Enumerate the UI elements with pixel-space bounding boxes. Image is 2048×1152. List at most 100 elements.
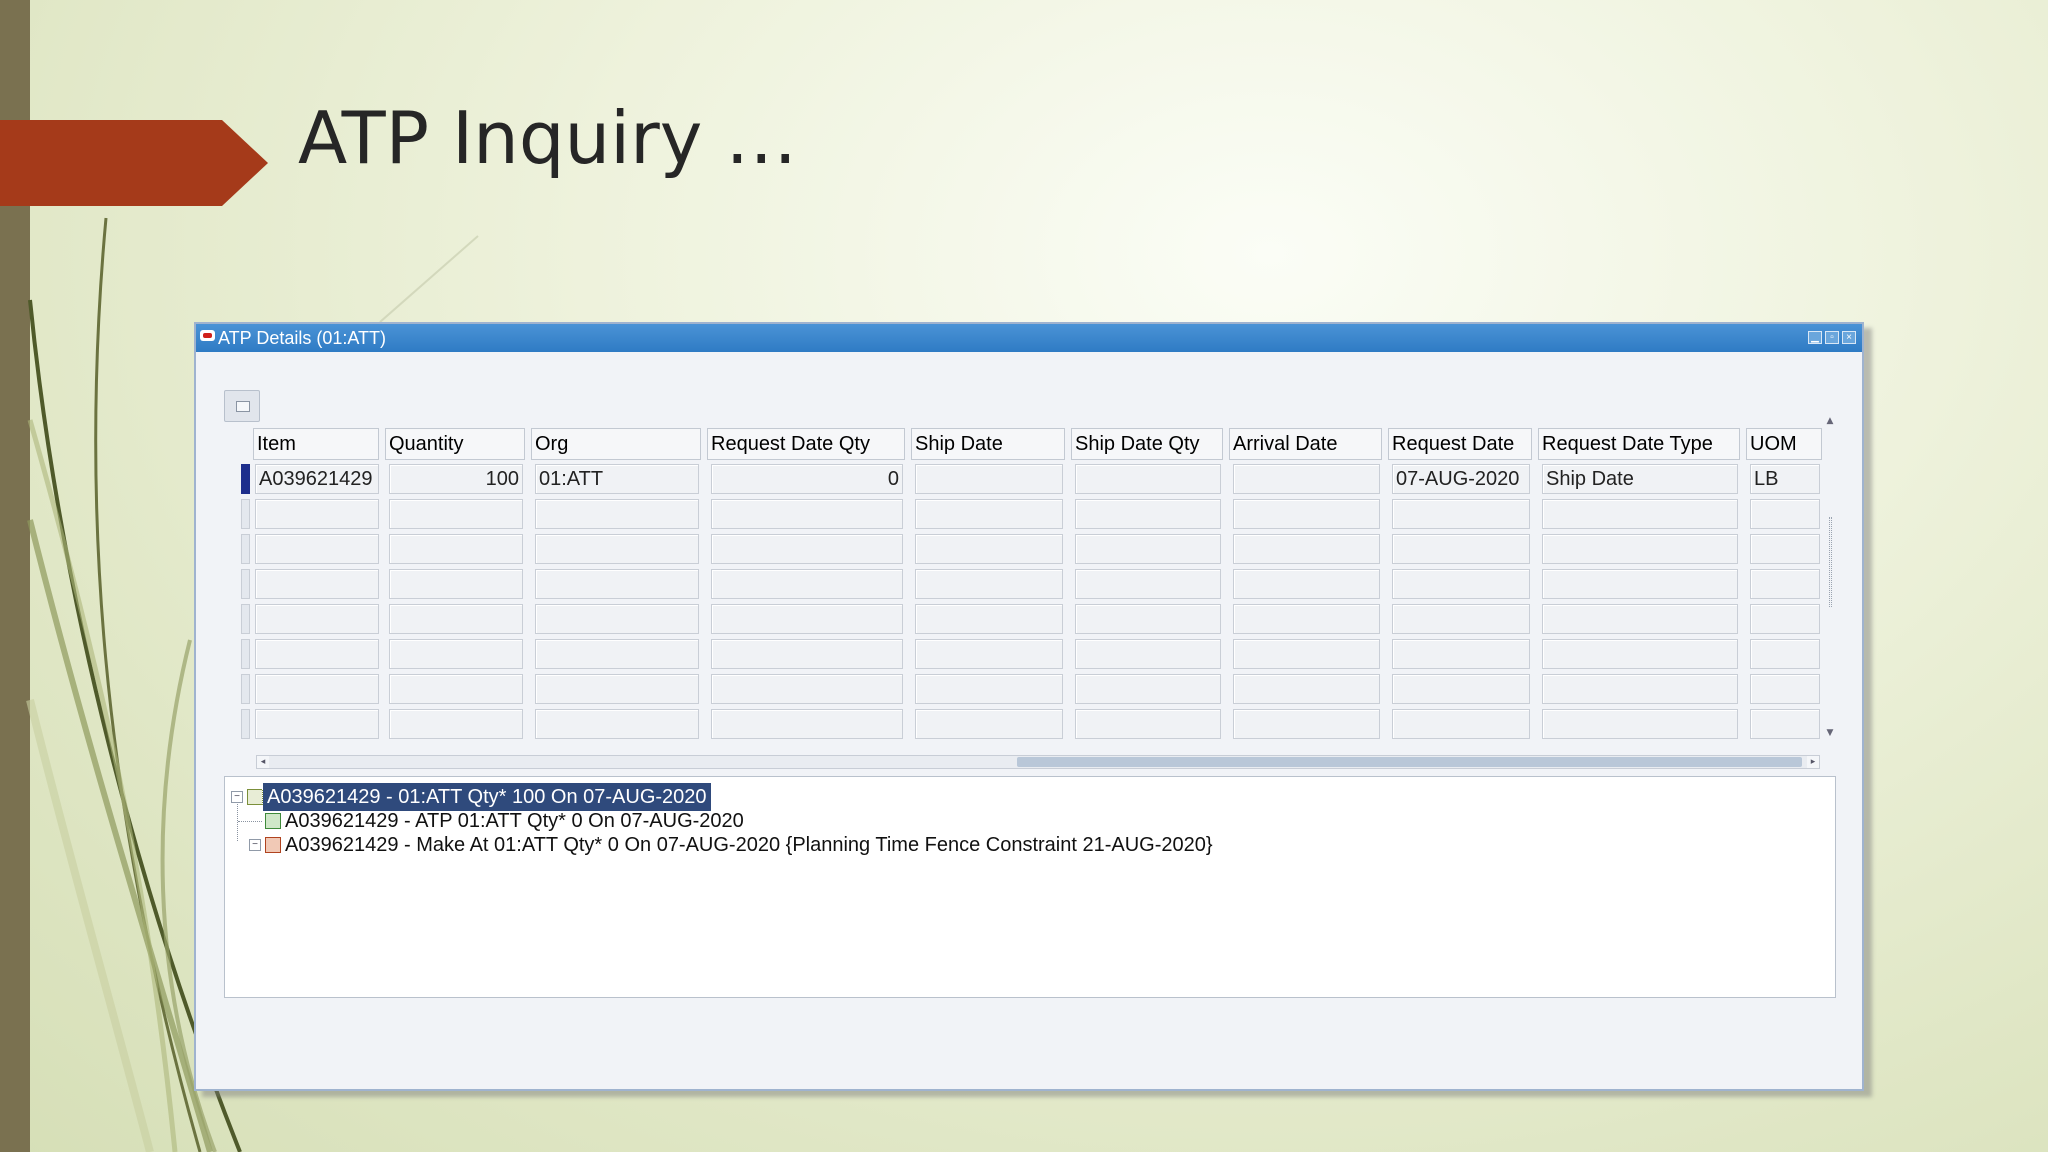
cell-arrival-date[interactable]	[1233, 569, 1380, 599]
cell-ship-date[interactable]	[915, 569, 1063, 599]
column-header-uom[interactable]: UOM	[1746, 428, 1822, 460]
maximize-icon[interactable]: ▫	[1825, 331, 1839, 344]
cell-ship-date[interactable]	[915, 499, 1063, 529]
cell-request-date[interactable]: 07-AUG-2020	[1392, 464, 1530, 494]
cell-arrival-date[interactable]	[1233, 639, 1380, 669]
cell-request-date-qty[interactable]	[711, 604, 903, 634]
cell-item[interactable]	[255, 569, 379, 599]
cell-request-date-qty[interactable]	[711, 674, 903, 704]
column-header-arrival-date[interactable]: Arrival Date	[1229, 428, 1382, 460]
minimize-icon[interactable]: ▁	[1808, 331, 1822, 344]
cell-request-date-type[interactable]	[1542, 569, 1738, 599]
cell-ship-date-qty[interactable]	[1075, 499, 1221, 529]
cell-ship-date-qty[interactable]	[1075, 674, 1221, 704]
window-titlebar[interactable]: ATP Details (01:ATT) ▁ ▫ ×	[196, 324, 1862, 352]
cell-request-date[interactable]	[1392, 499, 1530, 529]
cell-ship-date[interactable]	[915, 464, 1063, 494]
scroll-track[interactable]	[1829, 517, 1832, 607]
column-header-item[interactable]: Item	[253, 428, 379, 460]
cell-uom[interactable]	[1750, 709, 1820, 739]
cell-arrival-date[interactable]	[1233, 464, 1380, 494]
cell-request-date-qty[interactable]	[711, 709, 903, 739]
column-header-quantity[interactable]: Quantity	[385, 428, 525, 460]
cell-request-date-qty[interactable]: 0	[711, 464, 903, 494]
cell-uom[interactable]	[1750, 569, 1820, 599]
cell-org[interactable]	[535, 604, 699, 634]
cell-org[interactable]	[535, 499, 699, 529]
cell-quantity[interactable]	[389, 639, 523, 669]
close-icon[interactable]: ×	[1842, 331, 1856, 344]
cell-request-date-qty[interactable]	[711, 534, 903, 564]
scroll-left-icon[interactable]: ◂	[257, 756, 269, 768]
cell-org[interactable]	[535, 569, 699, 599]
cell-request-date-type[interactable]	[1542, 639, 1738, 669]
cell-uom[interactable]	[1750, 604, 1820, 634]
cell-quantity[interactable]: 100	[389, 464, 523, 494]
cell-uom[interactable]	[1750, 534, 1820, 564]
cell-org[interactable]	[535, 674, 699, 704]
cell-arrival-date[interactable]	[1233, 534, 1380, 564]
cell-request-date-qty[interactable]	[711, 499, 903, 529]
table-vertical-scrollbar[interactable]: ▲ ▼	[1824, 417, 1836, 738]
cell-item[interactable]	[255, 709, 379, 739]
cell-quantity[interactable]	[389, 569, 523, 599]
cell-item[interactable]	[255, 674, 379, 704]
cell-ship-date[interactable]	[915, 604, 1063, 634]
cell-uom[interactable]	[1750, 674, 1820, 704]
cell-ship-date-qty[interactable]	[1075, 709, 1221, 739]
record-indicator[interactable]	[241, 499, 250, 529]
cell-arrival-date[interactable]	[1233, 674, 1380, 704]
cell-uom[interactable]	[1750, 499, 1820, 529]
column-header-request-date-qty[interactable]: Request Date Qty	[707, 428, 905, 460]
cell-arrival-date[interactable]	[1233, 709, 1380, 739]
cell-request-date[interactable]	[1392, 569, 1530, 599]
cell-item[interactable]: A039621429	[255, 464, 379, 494]
cell-arrival-date[interactable]	[1233, 499, 1380, 529]
column-header-org[interactable]: Org	[531, 428, 701, 460]
cell-ship-date-qty[interactable]	[1075, 639, 1221, 669]
cell-uom[interactable]	[1750, 639, 1820, 669]
tree-expand-toggle-icon[interactable]: −	[249, 839, 261, 851]
record-indicator[interactable]	[241, 534, 250, 564]
record-indicator[interactable]	[241, 674, 250, 704]
cell-ship-date[interactable]	[915, 639, 1063, 669]
cell-ship-date[interactable]	[915, 534, 1063, 564]
cell-org[interactable]	[535, 709, 699, 739]
cell-request-date[interactable]	[1392, 639, 1530, 669]
cell-request-date-type[interactable]	[1542, 534, 1738, 564]
table-horizontal-scrollbar[interactable]: ◂ ▸	[256, 755, 1820, 769]
cell-ship-date-qty[interactable]	[1075, 604, 1221, 634]
cell-ship-date[interactable]	[915, 674, 1063, 704]
cell-request-date[interactable]	[1392, 534, 1530, 564]
cell-org[interactable]	[535, 534, 699, 564]
scroll-right-icon[interactable]: ▸	[1807, 756, 1819, 768]
cell-request-date-type[interactable]	[1542, 674, 1738, 704]
scroll-down-icon[interactable]: ▼	[1826, 729, 1834, 738]
cell-request-date-qty[interactable]	[711, 569, 903, 599]
cell-request-date[interactable]	[1392, 709, 1530, 739]
cell-ship-date-qty[interactable]	[1075, 569, 1221, 599]
record-indicator[interactable]	[241, 604, 250, 634]
tree-expand-toggle-icon[interactable]: −	[231, 791, 243, 803]
scroll-up-icon[interactable]: ▲	[1826, 417, 1834, 426]
cell-request-date[interactable]	[1392, 674, 1530, 704]
cell-item[interactable]	[255, 534, 379, 564]
cell-quantity[interactable]	[389, 709, 523, 739]
cell-ship-date[interactable]	[915, 709, 1063, 739]
record-indicator[interactable]	[241, 569, 250, 599]
cell-quantity[interactable]	[389, 534, 523, 564]
cell-quantity[interactable]	[389, 604, 523, 634]
cell-uom[interactable]: LB	[1750, 464, 1820, 494]
cell-request-date-type[interactable]: Ship Date	[1542, 464, 1738, 494]
cell-quantity[interactable]	[389, 674, 523, 704]
cell-item[interactable]	[255, 499, 379, 529]
open-record-button[interactable]	[224, 390, 260, 422]
column-header-request-date-type[interactable]: Request Date Type	[1538, 428, 1740, 460]
current-record-indicator[interactable]	[241, 464, 250, 494]
tree-node[interactable]: A039621429 - Make At 01:ATT Qty* 0 On 07…	[281, 831, 1217, 859]
cell-ship-date-qty[interactable]	[1075, 464, 1221, 494]
scroll-thumb[interactable]	[1017, 757, 1802, 767]
cell-request-date-type[interactable]	[1542, 604, 1738, 634]
cell-request-date-type[interactable]	[1542, 499, 1738, 529]
cell-arrival-date[interactable]	[1233, 604, 1380, 634]
